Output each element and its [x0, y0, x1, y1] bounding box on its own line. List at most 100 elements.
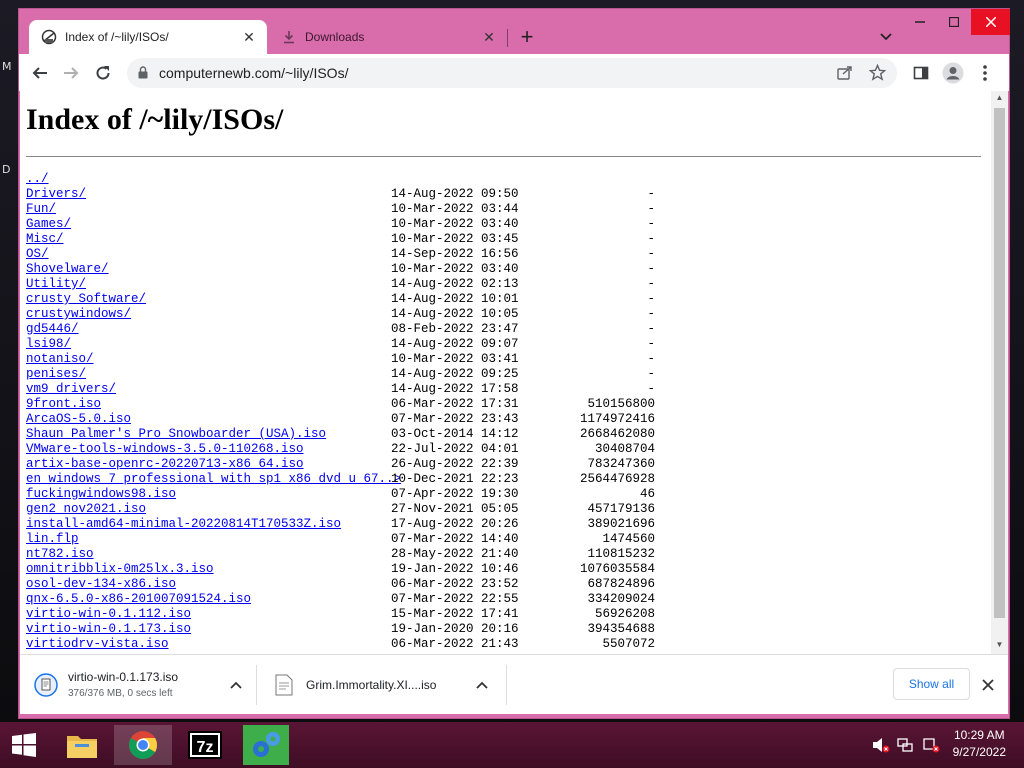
- file-link[interactable]: penises/: [26, 367, 86, 382]
- lock-icon[interactable]: [138, 66, 148, 84]
- file-link[interactable]: Shaun_Palmer's_Pro_Snowboarder_(USA).iso: [26, 427, 326, 442]
- file-link[interactable]: 9front.iso: [26, 397, 101, 412]
- file-link[interactable]: gen2_nov2021.iso: [26, 502, 146, 517]
- file-date: 06-Mar-2022 21:43: [391, 637, 519, 651]
- chevron-up-icon[interactable]: [472, 675, 492, 695]
- file-date: 10-Mar-2022 03:45: [391, 232, 519, 246]
- file-date: 28-May-2022 21:40: [391, 547, 519, 561]
- file-link[interactable]: fuckingwindows98.iso: [26, 487, 176, 502]
- file-date: 27-Nov-2021 05:05: [391, 502, 519, 516]
- taskbar: 7z 10:29 AM 9/27/2022: [0, 722, 1024, 768]
- file-date: 14-Aug-2022 09:50: [391, 187, 519, 201]
- site-favicon-icon: [41, 29, 57, 45]
- page-content: Index of /~lily/ISOs/ ../Drivers/14-Aug-…: [20, 91, 1008, 654]
- tab-index[interactable]: Index of /~lily/ISOs/ ✕: [29, 20, 267, 54]
- minimize-button[interactable]: [903, 9, 937, 35]
- file-link[interactable]: crustywindows/: [26, 307, 131, 322]
- notification-warning-icon[interactable]: [922, 737, 940, 753]
- file-link[interactable]: Games/: [26, 217, 71, 232]
- tab-downloads[interactable]: Downloads ✕: [269, 20, 507, 54]
- file-link[interactable]: notaniso/: [26, 352, 94, 367]
- file-link[interactable]: osol-dev-134-x86.iso: [26, 577, 176, 592]
- file-link[interactable]: artix-base-openrc-20220713-x86_64.iso: [26, 457, 304, 472]
- chevron-up-icon[interactable]: [226, 675, 246, 695]
- file-link[interactable]: virtiodrv-vista.iso: [26, 637, 169, 652]
- file-link[interactable]: Drivers/: [26, 187, 86, 202]
- file-link[interactable]: lin.flp: [26, 532, 79, 547]
- file-link[interactable]: crusty_Software/: [26, 292, 146, 307]
- profile-avatar-icon[interactable]: [939, 59, 967, 87]
- address-bar[interactable]: computernewb.com/~lily/ISOs/: [127, 58, 897, 88]
- file-link[interactable]: Fun/: [26, 202, 56, 217]
- file-date: 22-Jul-2022 04:01: [391, 442, 519, 456]
- file-size: 2564476928: [579, 472, 655, 486]
- page-heading: Index of /~lily/ISOs/: [26, 103, 284, 136]
- scroll-up-arrow-icon[interactable]: ▲: [991, 93, 1008, 105]
- scroll-down-arrow-icon[interactable]: ▼: [991, 640, 1008, 652]
- tab-title: Downloads: [305, 30, 365, 44]
- file-link[interactable]: OS/: [26, 247, 49, 262]
- back-arrow-icon[interactable]: [26, 59, 54, 87]
- file-link[interactable]: virtio-win-0.1.173.iso: [26, 622, 191, 637]
- vertical-scrollbar[interactable]: ▲ ▼: [991, 91, 1008, 654]
- scrollbar-thumb[interactable]: [994, 108, 1005, 618]
- divider: [26, 156, 981, 157]
- chevron-down-icon[interactable]: [875, 26, 897, 48]
- file-explorer-icon[interactable]: [53, 725, 111, 765]
- 7zip-icon[interactable]: 7z: [176, 725, 234, 765]
- file-link[interactable]: omnitribblix-0m25lx.3.iso: [26, 562, 214, 577]
- chrome-icon[interactable]: [114, 725, 172, 765]
- file-link[interactable]: lsi98/: [26, 337, 71, 352]
- file-link[interactable]: en_windows_7_professional_with_sp1_x86_d…: [26, 472, 401, 487]
- file-link[interactable]: qnx-6.5.0-x86-201007091524.iso: [26, 592, 251, 607]
- file-date: 14-Aug-2022 02:13: [391, 277, 519, 291]
- start-button[interactable]: [0, 725, 48, 765]
- side-panel-icon[interactable]: [907, 59, 935, 87]
- reload-icon[interactable]: [89, 59, 117, 87]
- close-tab-icon[interactable]: ✕: [479, 27, 499, 47]
- file-link[interactable]: ArcaOS-5.0.iso: [26, 412, 131, 427]
- system-clock[interactable]: 10:29 AM 9/27/2022: [953, 727, 1006, 761]
- file-size: -: [647, 307, 655, 321]
- file-size: -: [647, 202, 655, 216]
- file-link[interactable]: gd5446/: [26, 322, 79, 337]
- close-window-button[interactable]: [971, 9, 1010, 35]
- volume-muted-icon[interactable]: [872, 737, 890, 753]
- tab-title: Index of /~lily/ISOs/: [65, 30, 169, 44]
- close-icon[interactable]: [976, 673, 1000, 697]
- file-link[interactable]: nt782.iso: [26, 547, 94, 562]
- file-date: 26-Aug-2022 22:39: [391, 457, 519, 471]
- new-tab-button[interactable]: +: [515, 24, 539, 49]
- file-date: 03-Oct-2014 14:12: [391, 427, 519, 441]
- maximize-button[interactable]: [937, 9, 971, 35]
- file-date: 10-Dec-2021 22:23: [391, 472, 519, 486]
- menu-kebab-icon[interactable]: [971, 59, 999, 87]
- file-link[interactable]: install-amd64-minimal-20220814T170533Z.i…: [26, 517, 341, 532]
- file-link[interactable]: VMware-tools-windows-3.5.0-110268.iso: [26, 442, 304, 457]
- download-item[interactable]: virtio-win-0.1.173.iso 376/376 MB, 0 sec…: [34, 655, 254, 714]
- file-link[interactable]: Shovelware/: [26, 262, 109, 277]
- network-icon[interactable]: [897, 737, 915, 753]
- file-size: 1174972416: [579, 412, 655, 426]
- file-size: 110815232: [587, 547, 655, 561]
- download-icon: [281, 29, 297, 45]
- download-item[interactable]: Grim.Immortality.XI....iso: [272, 655, 492, 714]
- download-filename: Grim.Immortality.XI....iso: [306, 677, 437, 692]
- file-size: 783247360: [587, 457, 655, 471]
- close-tab-icon[interactable]: ✕: [239, 27, 259, 47]
- file-link[interactable]: Utility/: [26, 277, 86, 292]
- file-size: -: [647, 262, 655, 276]
- file-link[interactable]: Misc/: [26, 232, 64, 247]
- share-icon[interactable]: [837, 65, 853, 86]
- file-link[interactable]: vm9_drivers/: [26, 382, 116, 397]
- forward-arrow-icon[interactable]: [57, 59, 85, 87]
- app-icon[interactable]: [237, 725, 295, 765]
- file-size: -: [647, 382, 655, 396]
- file-link[interactable]: virtio-win-0.1.112.iso: [26, 607, 191, 622]
- file-size: -: [647, 277, 655, 291]
- bookmark-star-icon[interactable]: [868, 63, 887, 86]
- file-size: 389021696: [587, 517, 655, 531]
- show-all-button[interactable]: Show all: [893, 668, 970, 700]
- file-date: 06-Mar-2022 23:52: [391, 577, 519, 591]
- file-link[interactable]: ../: [26, 172, 49, 187]
